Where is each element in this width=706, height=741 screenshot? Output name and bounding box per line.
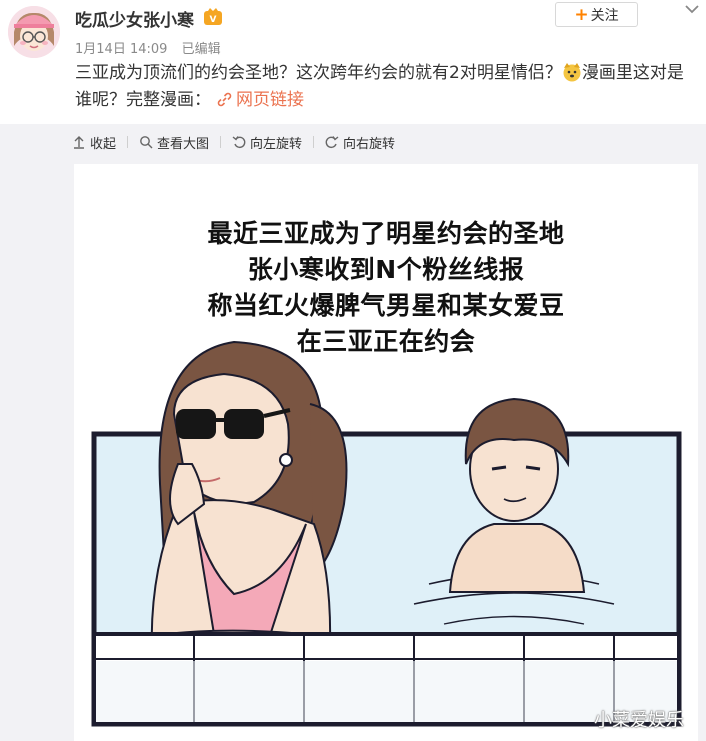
plus-icon: +	[574, 4, 589, 25]
collapse-label: 收起	[90, 136, 117, 152]
view-large-button[interactable]: 查看大图	[139, 133, 209, 152]
edited-label[interactable]: 已编辑	[182, 42, 221, 57]
toolbar-divider	[313, 136, 315, 148]
collapse-icon	[74, 136, 84, 149]
comic-caption-line: 张小寒收到N个粉丝线报	[247, 255, 525, 284]
post-text-part1: 三亚成为顶流们的约会圣地？这次跨年约会的就有2对明星情侣？	[75, 63, 562, 83]
toolbar-divider	[220, 136, 222, 148]
comic-caption-line: 称当红火爆脾气男星和某女爱豆	[207, 291, 565, 320]
follow-label: 关注	[590, 7, 619, 24]
rotate-left-button[interactable]: 向左旋转	[232, 133, 302, 152]
svg-text:V: V	[210, 15, 217, 25]
rotate-right-label: 向右旋转	[343, 136, 396, 152]
avatar[interactable]	[8, 6, 60, 58]
rotate-right-icon	[325, 136, 339, 149]
link-icon	[217, 92, 232, 107]
link-label: 网页链接	[236, 90, 304, 110]
comic-image[interactable]: 最近三亚成为了明星约会的圣地 张小寒收到N个粉丝线报 称当红火爆脾气男星和某女爱…	[74, 164, 698, 741]
media-panel: 收起 查看大图 向左旋转 向右旋转 最近三亚成为了明星约会的圣地 张小寒收到N个…	[0, 124, 706, 741]
post-meta: 1月14日 14:09 已编辑	[75, 38, 231, 57]
follow-button[interactable]: + 关注	[555, 2, 638, 27]
rotate-left-label: 向左旋转	[250, 136, 303, 152]
comic-caption-line: 最近三亚成为了明星约会的圣地	[207, 219, 565, 248]
post-text: 三亚成为顶流们的约会圣地？这次跨年约会的就有2对明星情侣？ 漫画里这对是谁呢？完…	[75, 60, 695, 114]
view-large-label: 查看大图	[157, 136, 210, 152]
rotate-right-button[interactable]: 向右旋转	[325, 133, 395, 152]
collapse-button[interactable]: 收起	[72, 133, 116, 152]
dog-face-emoji-icon	[563, 63, 581, 82]
watermark: 小菜爱娱乐	[594, 710, 684, 731]
vip-badge-icon: V	[204, 8, 222, 25]
chevron-down-icon[interactable]	[683, 0, 701, 18]
comic-caption-line: 在三亚正在约会	[296, 327, 476, 356]
rotate-left-icon	[232, 136, 246, 149]
author-name[interactable]: 吃瓜少女张小寒	[75, 6, 194, 31]
toolbar-divider	[127, 136, 129, 148]
search-icon	[140, 136, 153, 149]
web-link[interactable]: 网页链接	[217, 90, 304, 110]
post-date[interactable]: 1月14日 14:09	[75, 42, 167, 57]
image-toolbar: 收起 查看大图 向左旋转 向右旋转	[72, 132, 395, 152]
post-header: 吃瓜少女张小寒 V 1月14日 14:09 已编辑 + 关注 三亚成为顶流们的约…	[0, 0, 706, 124]
